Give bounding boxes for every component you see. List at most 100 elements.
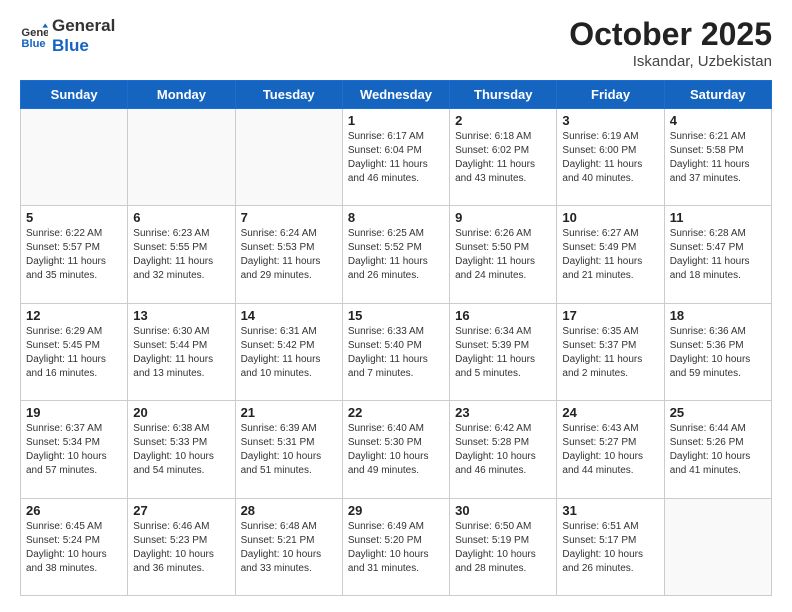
day-info: Sunrise: 6:45 AM Sunset: 5:24 PM Dayligh… xyxy=(26,520,122,576)
day-number: 10 xyxy=(562,210,658,225)
logo-general-text: General xyxy=(52,16,115,36)
day-info: Sunrise: 6:28 AM Sunset: 5:47 PM Dayligh… xyxy=(670,227,766,283)
svg-text:General: General xyxy=(21,27,48,39)
day-info: Sunrise: 6:29 AM Sunset: 5:45 PM Dayligh… xyxy=(26,325,122,381)
day-info: Sunrise: 6:34 AM Sunset: 5:39 PM Dayligh… xyxy=(455,325,551,381)
calendar-cell: 13 Sunrise: 6:30 AM Sunset: 5:44 PM Dayli… xyxy=(128,303,235,400)
day-info: Sunrise: 6:36 AM Sunset: 5:36 PM Dayligh… xyxy=(670,325,766,381)
day-number: 29 xyxy=(348,503,444,518)
day-number: 19 xyxy=(26,405,122,420)
day-number: 9 xyxy=(455,210,551,225)
day-number: 8 xyxy=(348,210,444,225)
day-info: Sunrise: 6:26 AM Sunset: 5:50 PM Dayligh… xyxy=(455,227,551,283)
calendar-cell: 11 Sunrise: 6:28 AM Sunset: 5:47 PM Dayli… xyxy=(664,206,771,303)
calendar-cell: 24 Sunrise: 6:43 AM Sunset: 5:27 PM Dayli… xyxy=(557,401,664,498)
day-info: Sunrise: 6:42 AM Sunset: 5:28 PM Dayligh… xyxy=(455,422,551,478)
calendar-cell: 1Sunrise: 6:17 AM Sunset: 6:04 PM Daylig… xyxy=(342,109,449,206)
day-info: Sunrise: 6:35 AM Sunset: 5:37 PM Dayligh… xyxy=(562,325,658,381)
day-number: 3 xyxy=(562,113,658,128)
day-info: Sunrise: 6:24 AM Sunset: 5:53 PM Dayligh… xyxy=(241,227,337,283)
day-number: 14 xyxy=(241,308,337,323)
day-info: Sunrise: 6:23 AM Sunset: 5:55 PM Dayligh… xyxy=(133,227,229,283)
calendar-cell: 10Sunrise: 6:27 AM Sunset: 5:49 PM Dayli… xyxy=(557,206,664,303)
day-number: 16 xyxy=(455,308,551,323)
calendar-cell: 2 Sunrise: 6:18 AM Sunset: 6:02 PM Daylig… xyxy=(450,109,557,206)
day-number: 25 xyxy=(670,405,766,420)
logo: General Blue General Blue xyxy=(20,16,115,57)
calendar-cell: 27 Sunrise: 6:46 AM Sunset: 5:23 PM Dayli… xyxy=(128,498,235,595)
logo-blue-text: Blue xyxy=(52,36,115,56)
calendar-cell: 15 Sunrise: 6:33 AM Sunset: 5:40 PM Dayli… xyxy=(342,303,449,400)
day-number: 20 xyxy=(133,405,229,420)
calendar-week-1: 1Sunrise: 6:17 AM Sunset: 6:04 PM Daylig… xyxy=(21,109,772,206)
day-number: 2 xyxy=(455,113,551,128)
day-info: Sunrise: 6:49 AM Sunset: 5:20 PM Dayligh… xyxy=(348,520,444,576)
day-info: Sunrise: 6:17 AM Sunset: 6:04 PM Dayligh… xyxy=(348,130,444,186)
page-title: October 2025 xyxy=(569,16,772,53)
day-number: 26 xyxy=(26,503,122,518)
day-info: Sunrise: 6:19 AM Sunset: 6:00 PM Dayligh… xyxy=(562,130,658,186)
day-info: Sunrise: 6:30 AM Sunset: 5:44 PM Dayligh… xyxy=(133,325,229,381)
svg-text:Blue: Blue xyxy=(21,39,45,51)
calendar-cell: 12 Sunrise: 6:29 AM Sunset: 5:45 PM Dayli… xyxy=(21,303,128,400)
calendar-cell: 20 Sunrise: 6:38 AM Sunset: 5:33 PM Dayli… xyxy=(128,401,235,498)
calendar-cell: 21 Sunrise: 6:39 AM Sunset: 5:31 PM Dayli… xyxy=(235,401,342,498)
day-number: 18 xyxy=(670,308,766,323)
header: General Blue General Blue October 2025 I… xyxy=(20,16,772,70)
day-number: 27 xyxy=(133,503,229,518)
calendar-week-3: 12 Sunrise: 6:29 AM Sunset: 5:45 PM Dayli… xyxy=(21,303,772,400)
day-number: 24 xyxy=(562,405,658,420)
day-number: 23 xyxy=(455,405,551,420)
day-info: Sunrise: 6:44 AM Sunset: 5:26 PM Dayligh… xyxy=(670,422,766,478)
day-info: Sunrise: 6:37 AM Sunset: 5:34 PM Dayligh… xyxy=(26,422,122,478)
day-number: 12 xyxy=(26,308,122,323)
calendar-cell: 9 Sunrise: 6:26 AM Sunset: 5:50 PM Daylig… xyxy=(450,206,557,303)
day-number: 11 xyxy=(670,210,766,225)
day-number: 15 xyxy=(348,308,444,323)
calendar-week-4: 19 Sunrise: 6:37 AM Sunset: 5:34 PM Dayli… xyxy=(21,401,772,498)
day-number: 31 xyxy=(562,503,658,518)
day-info: Sunrise: 6:21 AM Sunset: 5:58 PM Dayligh… xyxy=(670,130,766,186)
calendar-cell: 14Sunrise: 6:31 AM Sunset: 5:42 PM Dayli… xyxy=(235,303,342,400)
weekday-header-tuesday: Tuesday xyxy=(235,81,342,109)
day-info: Sunrise: 6:43 AM Sunset: 5:27 PM Dayligh… xyxy=(562,422,658,478)
day-number: 13 xyxy=(133,308,229,323)
calendar-cell: 3 Sunrise: 6:19 AM Sunset: 6:00 PM Daylig… xyxy=(557,109,664,206)
calendar-cell xyxy=(664,498,771,595)
calendar-week-5: 26 Sunrise: 6:45 AM Sunset: 5:24 PM Dayli… xyxy=(21,498,772,595)
page-subtitle: Iskandar, Uzbekistan xyxy=(569,53,772,70)
calendar-cell xyxy=(21,109,128,206)
day-info: Sunrise: 6:46 AM Sunset: 5:23 PM Dayligh… xyxy=(133,520,229,576)
calendar-cell: 7 Sunrise: 6:24 AM Sunset: 5:53 PM Daylig… xyxy=(235,206,342,303)
calendar-table: SundayMondayTuesdayWednesdayThursdayFrid… xyxy=(20,80,772,596)
day-number: 7 xyxy=(241,210,337,225)
day-info: Sunrise: 6:50 AM Sunset: 5:19 PM Dayligh… xyxy=(455,520,551,576)
day-info: Sunrise: 6:33 AM Sunset: 5:40 PM Dayligh… xyxy=(348,325,444,381)
day-number: 21 xyxy=(241,405,337,420)
day-info: Sunrise: 6:40 AM Sunset: 5:30 PM Dayligh… xyxy=(348,422,444,478)
calendar-cell: 16 Sunrise: 6:34 AM Sunset: 5:39 PM Dayli… xyxy=(450,303,557,400)
calendar-cell: 23 Sunrise: 6:42 AM Sunset: 5:28 PM Dayli… xyxy=(450,401,557,498)
day-info: Sunrise: 6:48 AM Sunset: 5:21 PM Dayligh… xyxy=(241,520,337,576)
day-number: 30 xyxy=(455,503,551,518)
calendar-cell: 31 Sunrise: 6:51 AM Sunset: 5:17 PM Dayli… xyxy=(557,498,664,595)
title-block: October 2025 Iskandar, Uzbekistan xyxy=(569,16,772,70)
calendar-header-row: SundayMondayTuesdayWednesdayThursdayFrid… xyxy=(21,81,772,109)
calendar-cell: 26 Sunrise: 6:45 AM Sunset: 5:24 PM Dayli… xyxy=(21,498,128,595)
calendar-cell: 5Sunrise: 6:22 AM Sunset: 5:57 PM Daylig… xyxy=(21,206,128,303)
day-number: 17 xyxy=(562,308,658,323)
day-info: Sunrise: 6:25 AM Sunset: 5:52 PM Dayligh… xyxy=(348,227,444,283)
weekday-header-monday: Monday xyxy=(128,81,235,109)
day-info: Sunrise: 6:38 AM Sunset: 5:33 PM Dayligh… xyxy=(133,422,229,478)
day-info: Sunrise: 6:18 AM Sunset: 6:02 PM Dayligh… xyxy=(455,130,551,186)
day-number: 28 xyxy=(241,503,337,518)
calendar-cell: 4Sunrise: 6:21 AM Sunset: 5:58 PM Daylig… xyxy=(664,109,771,206)
calendar-cell: 18 Sunrise: 6:36 AM Sunset: 5:36 PM Dayli… xyxy=(664,303,771,400)
calendar-cell: 29 Sunrise: 6:49 AM Sunset: 5:20 PM Dayli… xyxy=(342,498,449,595)
day-info: Sunrise: 6:39 AM Sunset: 5:31 PM Dayligh… xyxy=(241,422,337,478)
calendar-cell: 22Sunrise: 6:40 AM Sunset: 5:30 PM Dayli… xyxy=(342,401,449,498)
day-number: 6 xyxy=(133,210,229,225)
page: General Blue General Blue October 2025 I… xyxy=(0,0,792,612)
day-info: Sunrise: 6:51 AM Sunset: 5:17 PM Dayligh… xyxy=(562,520,658,576)
weekday-header-thursday: Thursday xyxy=(450,81,557,109)
